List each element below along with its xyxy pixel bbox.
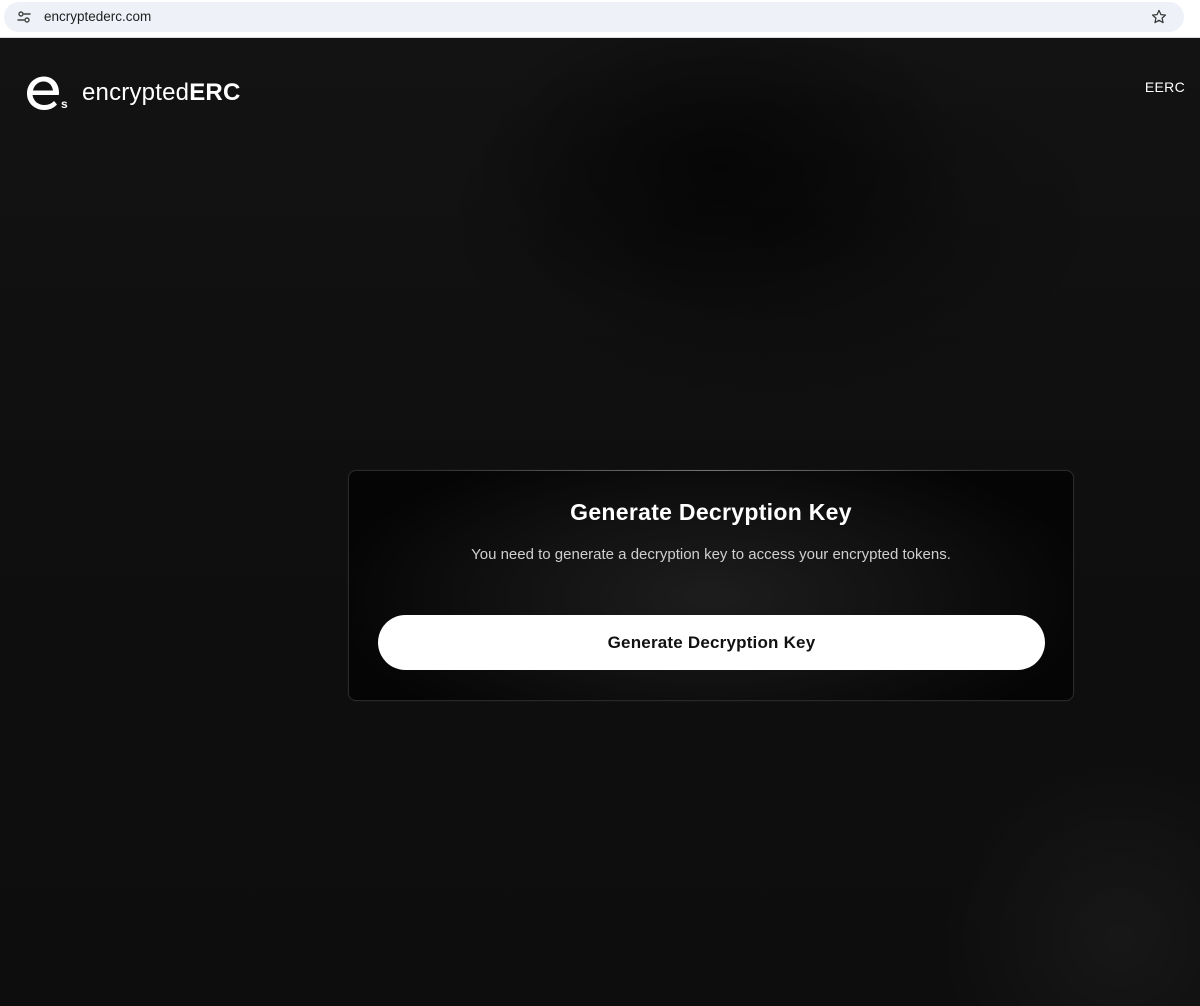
generate-decryption-key-button[interactable]: Generate Decryption Key <box>378 615 1045 670</box>
browser-toolbar: encryptederc.com <box>0 0 1200 38</box>
card-title: Generate Decryption Key <box>570 499 852 525</box>
brand-name: encryptedERC <box>82 75 240 111</box>
url-text[interactable]: encryptederc.com <box>44 9 151 25</box>
nav-link-eerc[interactable]: EERC <box>1145 79 1185 95</box>
site-logo[interactable]: s encryptedERC <box>26 75 240 111</box>
page-background: s encryptedERC EERC Generate Decryption … <box>0 38 1200 1006</box>
decryption-key-card: Generate Decryption Key You need to gene… <box>348 470 1074 701</box>
address-bar[interactable]: encryptederc.com <box>4 2 1184 32</box>
brand-name-bold: ERC <box>189 79 241 106</box>
es-logo-icon: s <box>27 76 68 111</box>
svg-text:s: s <box>61 97 68 111</box>
card-top-highlight <box>409 470 1013 471</box>
star-outline-icon[interactable] <box>1150 8 1168 26</box>
card-description: You need to generate a decryption key to… <box>471 546 951 563</box>
brand-name-light: encrypted <box>82 79 190 106</box>
tune-icon[interactable] <box>16 9 32 25</box>
